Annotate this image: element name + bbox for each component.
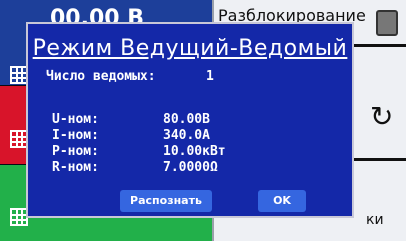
slaves-count-label: Число ведомых: bbox=[46, 69, 156, 84]
r-nom-value: 7.0000Ω bbox=[163, 160, 218, 175]
u-nom-label: U-ном: bbox=[52, 112, 99, 127]
i-nom-value: 340.0A bbox=[163, 128, 210, 143]
settings-button[interactable]: ки bbox=[366, 212, 384, 228]
p-nom-label: P-ном: bbox=[52, 144, 99, 159]
detect-button[interactable]: Распознать bbox=[120, 190, 212, 212]
dialog-title: Режим Ведущий-Ведомый bbox=[32, 36, 348, 61]
ok-button[interactable]: OK bbox=[258, 190, 306, 212]
current-panel bbox=[0, 86, 26, 164]
rotate-icon[interactable]: ↻ bbox=[370, 100, 393, 133]
u-nom-value: 80.00В bbox=[163, 112, 210, 127]
lock-icon bbox=[376, 10, 398, 36]
master-slave-dialog: Режим Ведущий-Ведомый Число ведомых: 1 U… bbox=[26, 22, 354, 218]
slaves-count-value: 1 bbox=[206, 69, 214, 84]
r-nom-label: R-ном: bbox=[52, 160, 99, 175]
i-nom-label: I-ном: bbox=[52, 128, 99, 143]
p-nom-value: 10.00кВт bbox=[163, 144, 226, 159]
